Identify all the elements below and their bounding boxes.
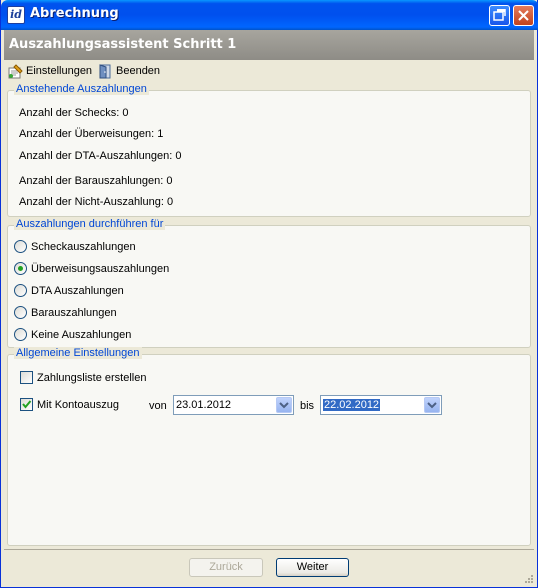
window-title: Abrechnung <box>30 6 119 21</box>
pending-payouts-legend: Anstehende Auszahlungen <box>14 83 149 95</box>
to-date-value: 22.02.2012 <box>323 399 381 411</box>
non-payout-count: Anzahl der Nicht-Auszahlung: 0 <box>19 196 174 208</box>
dta-count: Anzahl der DTA-Auszahlungen: 0 <box>19 150 182 162</box>
toolbar: Einstellungen Beenden <box>4 60 534 82</box>
payment-list-option[interactable]: Zahlungsliste erstellen <box>20 371 146 384</box>
settings-label: Einstellungen <box>26 65 93 77</box>
radio-button[interactable] <box>14 284 27 297</box>
radio-no-payouts[interactable]: Keine Auszahlungen <box>14 328 131 341</box>
radio-button[interactable] <box>14 240 27 253</box>
radio-label: Barauszahlungen <box>31 306 117 319</box>
radio-button[interactable] <box>14 328 27 341</box>
restore-icon <box>493 9 506 21</box>
from-date-dropdown[interactable] <box>276 397 292 413</box>
payment-list-label: Zahlungsliste erstellen <box>37 371 147 384</box>
transfers-count: Anzahl der Überweisungen: 1 <box>19 128 164 140</box>
statement-label: Mit Kontoauszug <box>37 398 119 411</box>
wizard-header: Auszahlungsassistent Schritt 1 <box>4 30 534 60</box>
general-settings-legend: Allgemeine Einstellungen <box>14 347 142 359</box>
chevron-down-icon <box>279 402 289 409</box>
radio-check-payouts[interactable]: Scheckauszahlungen <box>14 240 136 253</box>
radio-label: Scheckauszahlungen <box>31 240 136 253</box>
close-button[interactable] <box>513 5 534 26</box>
close-icon <box>518 10 529 21</box>
radio-label: Keine Auszahlungen <box>31 328 132 341</box>
resize-grip-icon[interactable] <box>523 573 534 584</box>
chevron-down-icon <box>427 402 437 409</box>
app-icon: id <box>7 6 25 24</box>
statement-option[interactable]: Mit Kontoauszug <box>20 398 119 411</box>
payout-type-legend: Auszahlungen durchführen für <box>14 218 166 230</box>
title-bar[interactable]: id Abrechnung <box>1 0 538 30</box>
radio-label: DTA Auszahlungen <box>31 284 124 297</box>
radio-cash-payouts[interactable]: Barauszahlungen <box>14 306 117 319</box>
footer-divider <box>4 549 534 550</box>
radio-dta-payouts[interactable]: DTA Auszahlungen <box>14 284 124 297</box>
payout-type-group: Auszahlungen durchführen für Scheckausza… <box>7 218 531 348</box>
general-settings-group: Allgemeine Einstellungen Zahlungsliste e… <box>7 347 531 546</box>
from-label: von <box>149 400 167 412</box>
to-date-dropdown[interactable] <box>424 397 440 413</box>
app-window: id Abrechnung Auszahlungsassistent Schri… <box>0 0 538 588</box>
radio-button-selected[interactable] <box>14 262 27 275</box>
from-date-value: 23.01.2012 <box>176 399 232 411</box>
exit-button[interactable]: Beenden <box>98 63 160 79</box>
settings-button[interactable]: Einstellungen <box>8 63 92 79</box>
radio-label: Überweisungsauszahlungen <box>31 262 170 275</box>
payment-list-checkbox[interactable] <box>20 371 33 384</box>
next-button[interactable]: Weiter <box>276 558 349 577</box>
cash-count: Anzahl der Barauszahlungen: 0 <box>19 175 173 187</box>
exit-label: Beenden <box>116 65 161 77</box>
wizard-title: Auszahlungsassistent Schritt 1 <box>9 37 237 52</box>
radio-transfer-payouts[interactable]: Überweisungsauszahlungen <box>14 262 169 275</box>
pending-payouts-group: Anstehende Auszahlungen Anzahl der Schec… <box>7 83 531 217</box>
to-date-picker[interactable]: 22.02.2012 <box>320 395 442 415</box>
settings-icon <box>8 63 23 79</box>
statement-checkbox[interactable] <box>20 398 33 411</box>
checkmark-icon <box>22 400 32 409</box>
restore-button[interactable] <box>489 5 510 26</box>
to-label: bis <box>300 400 315 412</box>
checks-count: Anzahl der Schecks: 0 <box>19 107 129 119</box>
back-button[interactable]: Zurück <box>189 558 263 577</box>
exit-door-icon <box>98 63 113 79</box>
from-date-picker[interactable]: 23.01.2012 <box>173 395 294 415</box>
radio-button[interactable] <box>14 306 27 319</box>
